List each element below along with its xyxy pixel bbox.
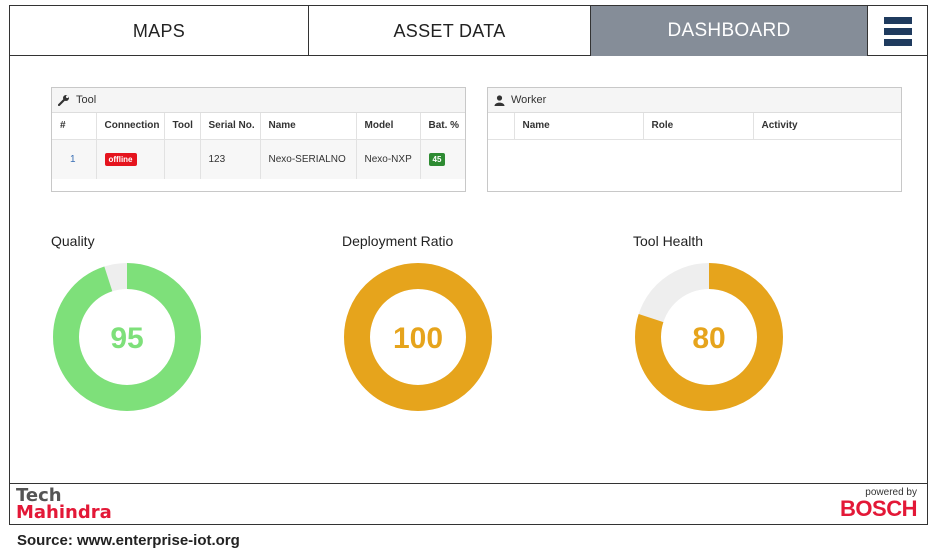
col-worker-activity[interactable]: Activity: [753, 113, 901, 140]
top-nav: MAPS ASSET DATA DASHBOARD: [10, 6, 927, 56]
hamburger-menu-icon[interactable]: [868, 6, 927, 56]
gauge-value-label: 100: [393, 322, 443, 355]
tab-dashboard[interactable]: DASHBOARD: [591, 6, 868, 56]
col-name[interactable]: Name: [260, 113, 357, 140]
worker-panel-header: Worker: [488, 88, 901, 113]
tool-health-donut-chart: 80: [635, 263, 783, 411]
deployment-ratio-gauge: Deployment Ratio 100: [342, 233, 502, 421]
tool-panel-header: Tool: [52, 88, 465, 113]
col-worker-blank: [488, 113, 515, 140]
tool-panel-title: Tool: [76, 94, 97, 106]
col-serial[interactable]: Serial No.: [200, 113, 261, 140]
worker-panel: Worker Name Role Activity: [487, 87, 902, 192]
tool-health-gauge: Tool Health 80: [633, 233, 793, 421]
tab-maps[interactable]: MAPS: [10, 6, 309, 56]
footer-divider: [10, 483, 927, 484]
quality-donut-chart: 95: [53, 263, 201, 411]
bosch-logo: powered by BOSCH: [840, 487, 917, 521]
col-connection[interactable]: Connection: [96, 113, 165, 140]
gauge-title: Deployment Ratio: [342, 233, 454, 249]
table-row[interactable]: 1 offline 123 Nexo-SERIALNO Nexo-NXP 45: [52, 139, 465, 179]
deployment-ratio-donut-chart: 100: [344, 263, 492, 411]
wrench-icon: [58, 95, 69, 106]
tab-asset-data[interactable]: ASSET DATA: [309, 6, 591, 56]
col-battery[interactable]: Bat. %: [420, 113, 465, 140]
gauge-value-label: 95: [110, 322, 143, 355]
gauge-value-label: 80: [692, 322, 725, 355]
app-frame: MAPS ASSET DATA DASHBOARD Tool # Connect…: [9, 5, 928, 525]
col-worker-role[interactable]: Role: [643, 113, 754, 140]
tech-mahindra-logo: Tech Mahindra: [16, 485, 112, 523]
col-worker-name[interactable]: Name: [514, 113, 644, 140]
connection-status-badge: offline: [104, 152, 137, 166]
name-cell: Nexo-SERIALNO: [260, 139, 357, 179]
col-model[interactable]: Model: [356, 113, 421, 140]
col-tool[interactable]: Tool: [164, 113, 201, 140]
serial-cell: 123: [200, 139, 261, 179]
user-icon: [494, 94, 505, 106]
row-number-link[interactable]: 1: [70, 154, 76, 165]
gauge-title: Tool Health: [633, 233, 704, 249]
worker-table: Name Role Activity: [488, 113, 901, 140]
source-caption: Source: www.enterprise-iot.org: [17, 532, 240, 549]
model-cell: Nexo-NXP: [356, 139, 421, 179]
tool-table: # Connection Tool Serial No. Name Model …: [52, 113, 465, 179]
tool-panel: Tool # Connection Tool Serial No. Name M…: [51, 87, 466, 192]
quality-gauge: Quality 95: [51, 233, 211, 421]
col-number[interactable]: #: [52, 113, 97, 140]
battery-badge: 45: [428, 152, 446, 166]
gauge-title: Quality: [51, 233, 95, 249]
worker-panel-title: Worker: [511, 94, 547, 106]
tool-cell: [164, 139, 201, 179]
